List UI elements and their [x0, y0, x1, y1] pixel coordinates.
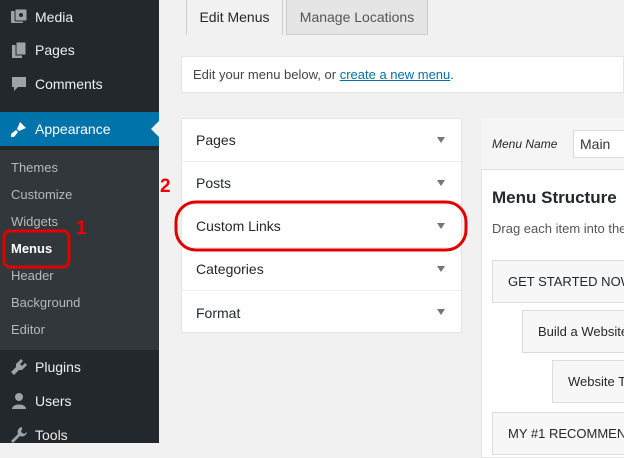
menu-notice: Edit your menu below, or create a new me…: [181, 56, 624, 93]
submenu-themes[interactable]: Themes: [11, 160, 58, 175]
create-new-menu-link[interactable]: create a new menu: [340, 67, 451, 82]
plugins-icon: [9, 357, 29, 377]
sidebar-item-label: Comments: [35, 76, 103, 92]
sidebar-item-users[interactable]: Users: [0, 384, 159, 418]
sidebar-item-appearance[interactable]: Appearance: [0, 112, 159, 146]
sidebar-item-comments[interactable]: Comments: [0, 67, 159, 101]
annotation-number-1: 1: [76, 218, 87, 239]
sidebar-item-pages[interactable]: Pages: [0, 33, 159, 67]
sidebar-item-label: Plugins: [35, 359, 81, 375]
sidebar-item-media[interactable]: Media: [0, 0, 159, 34]
sidebar-item-label: Users: [35, 393, 72, 409]
sidebar-item-label: Tools: [35, 427, 68, 443]
menu-structure-description: Drag each item into the: [492, 221, 624, 236]
sidebar-item-label: Pages: [35, 42, 75, 58]
submenu-editor[interactable]: Editor: [11, 322, 45, 337]
current-menu-arrow: [151, 121, 159, 137]
notice-text: Edit your menu below, or: [193, 67, 340, 82]
menu-structure-title: Menu Structure: [492, 188, 617, 207]
tab-manage-locations[interactable]: Manage Locations: [286, 0, 428, 35]
accordion-label: Pages: [196, 132, 236, 148]
submenu-background[interactable]: Background: [11, 295, 80, 310]
tools-icon: [9, 425, 29, 445]
chevron-down-icon: [437, 180, 445, 186]
menu-item[interactable]: Build a Website: [522, 310, 624, 353]
sidebar-item-tools[interactable]: Tools: [0, 418, 159, 452]
comments-icon: [9, 74, 29, 94]
paintbrush-icon: [9, 119, 29, 139]
notice-suffix: .: [450, 67, 454, 82]
menu-name-label: Menu Name: [492, 137, 558, 151]
menu-item[interactable]: MY #1 RECOMMEN: [492, 412, 624, 455]
tab-edit-menus[interactable]: Edit Menus: [186, 0, 283, 35]
accordion-label: Posts: [196, 175, 232, 191]
menu-name-input[interactable]: Main: [573, 130, 624, 158]
sidebar-item-label: Appearance: [35, 121, 111, 137]
chevron-down-icon: [437, 309, 445, 315]
menu-item[interactable]: GET STARTED NOW: [492, 260, 624, 303]
submenu-customize[interactable]: Customize: [11, 187, 72, 202]
chevron-down-icon: [437, 137, 445, 143]
chevron-down-icon: [437, 266, 445, 272]
menu-item[interactable]: Website T: [552, 360, 624, 403]
pages-icon: [9, 40, 29, 60]
accordion-label: Categories: [196, 261, 264, 277]
annotation-circle-custom-links: [174, 200, 468, 252]
accordion-pages[interactable]: Pages: [182, 119, 461, 162]
sidebar-item-plugins[interactable]: Plugins: [0, 350, 159, 384]
sidebar-item-label: Media: [35, 9, 74, 25]
media-icon: [9, 7, 29, 27]
accordion-format[interactable]: Format: [182, 291, 461, 334]
annotation-number-2: 2: [160, 176, 171, 197]
accordion-label: Format: [196, 304, 241, 321]
submenu-widgets[interactable]: Widgets: [11, 214, 58, 229]
users-icon: [9, 391, 29, 411]
